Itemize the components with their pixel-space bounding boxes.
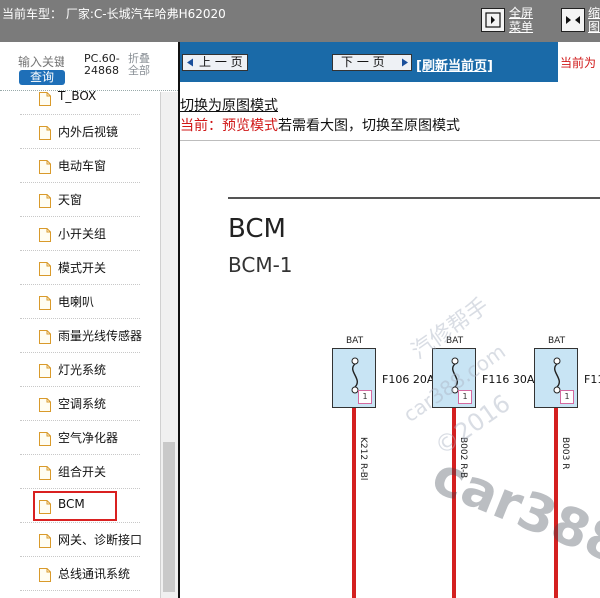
tree-item-label: 雨量光线传感器 — [58, 329, 143, 343]
fuse-box: 1 — [432, 348, 476, 408]
document-icon — [39, 160, 51, 174]
arrow-left-icon — [187, 58, 193, 67]
tree-item[interactable]: T_BOX — [20, 82, 140, 115]
fuse-number: 1 — [560, 390, 574, 404]
next-page-button[interactable]: 下 一 页 — [332, 54, 412, 71]
fullscreen-button[interactable] — [481, 8, 505, 32]
document-icon — [39, 364, 51, 378]
shrink-image-link[interactable]: 缩 图 — [588, 6, 600, 34]
tree-item[interactable]: 电动车窗 — [20, 150, 140, 183]
bat-label: BAT — [346, 336, 364, 346]
mode-hint: 若需看大图，切换至原图模式 — [278, 118, 460, 134]
vehicle-model-title: 当前车型： 厂家:C-长城汽车哈弗H62020 — [2, 7, 226, 21]
bat-label: BAT — [446, 336, 464, 346]
tree-item[interactable]: 模式开关 — [20, 252, 140, 285]
switch-original-mode-link[interactable]: 切换为原图模式 — [180, 95, 278, 115]
tree-item[interactable]: 总线通讯系统 — [20, 558, 140, 591]
document-icon — [39, 534, 51, 548]
tree-item[interactable]: 雨量光线传感器 — [20, 320, 143, 353]
current-status: 当前为 — [558, 42, 600, 82]
tree-item[interactable]: 内外后视镜 — [20, 116, 140, 149]
arrow-right-icon — [402, 58, 408, 67]
watermark-logo: car388 — [424, 445, 600, 577]
wire-line — [452, 408, 456, 598]
tree-item-label: 组合开关 — [58, 465, 107, 479]
shrink-icon — [566, 16, 580, 24]
bat-label: BAT — [548, 336, 566, 346]
document-icon — [39, 466, 51, 480]
pc-code: PC.60- 24868 — [84, 52, 120, 77]
tree-item[interactable]: BCM — [20, 490, 140, 523]
tree-item-label: 小开关组 — [58, 227, 107, 241]
document-icon — [39, 432, 51, 446]
tree-item-label: 总线通讯系统 — [58, 567, 131, 581]
tree-item-label: 天窗 — [58, 193, 83, 207]
document-icon — [39, 92, 51, 106]
tree-item-label: 模式开关 — [58, 261, 107, 275]
tree-item-label: 内外后视镜 — [58, 125, 119, 139]
selection-highlight — [33, 491, 117, 521]
page-toolbar: 上 一 页 下 一 页 [刷新当前页] — [180, 42, 560, 82]
mode-current: 当前：预览模式 — [180, 118, 278, 134]
tree-item[interactable]: 电喇叭 — [20, 286, 140, 319]
wire-label: B003 R — [560, 437, 570, 470]
document-icon — [39, 330, 51, 344]
tree-item[interactable]: 空气净化器 — [20, 422, 140, 455]
shrink-image-button[interactable] — [561, 8, 585, 32]
tree-item-label: 空调系统 — [58, 397, 107, 411]
tree-item-label: 电动车窗 — [58, 159, 107, 173]
tree-item[interactable]: 天窗 — [20, 184, 140, 217]
document-icon — [39, 568, 51, 582]
fuse-label: F116 30A — [482, 373, 535, 386]
diagram-title: BCM — [228, 214, 286, 244]
wire-label: B002 R-B — [458, 437, 468, 479]
sidebar: 查询 PC.60- 24868 折叠 全部 T_BOX内外后视镜电动车窗天窗小开… — [0, 42, 178, 598]
prev-page-button[interactable]: 上 一 页 — [182, 54, 248, 71]
tree-item[interactable]: 小开关组 — [20, 218, 140, 251]
tree-item[interactable]: 网关、诊断接口 — [20, 524, 143, 557]
tree-item-label: 空气净化器 — [58, 431, 119, 445]
document-icon — [39, 126, 51, 140]
fuse-label: F11 — [584, 373, 600, 386]
fuse-box: 1 — [534, 348, 578, 408]
document-icon — [39, 228, 51, 242]
tree-item-label: 网关、诊断接口 — [58, 533, 143, 547]
document-icon — [39, 262, 51, 276]
fuse-number: 1 — [458, 390, 472, 404]
fuse-label: F106 20A — [382, 373, 435, 386]
tree-item-label: 电喇叭 — [58, 295, 95, 309]
wire-label: K212 R-Bl — [358, 437, 368, 481]
mode-status: 当前：预览模式若需看大图，切换至原图模式 — [180, 115, 460, 135]
tree-item-label: T_BOX — [58, 89, 97, 103]
wiring-diagram: BCM BCM-1 BAT 1 F106 20A K212 R-Bl BAT 1 F116 … — [180, 141, 600, 598]
tree-item-label: 灯光系统 — [58, 363, 107, 377]
diagram-top-rule — [228, 197, 600, 199]
search-input[interactable] — [18, 55, 64, 69]
main-content: 上 一 页 下 一 页 [刷新当前页] 当前为 切换为原图模式 当前：预览模式若… — [178, 42, 600, 598]
fullscreen-menu-link[interactable]: 全屏 菜单 — [509, 6, 533, 34]
fuse-number: 1 — [358, 390, 372, 404]
diagram-subtitle: BCM-1 — [228, 253, 293, 277]
sidebar-scrollbar-thumb[interactable] — [163, 442, 175, 592]
fullscreen-icon — [485, 12, 501, 28]
collapse-all-link[interactable]: 折叠 全部 — [128, 53, 150, 77]
wire-line — [352, 408, 356, 598]
wire-line — [554, 408, 558, 598]
tree-item[interactable]: 灯光系统 — [20, 354, 140, 387]
document-icon — [39, 398, 51, 412]
top-header: 当前车型： 厂家:C-长城汽车哈弗H62020 全屏 菜单 缩 图 — [0, 0, 600, 42]
fuse-box: 1 — [332, 348, 376, 408]
tree-item[interactable]: 组合开关 — [20, 456, 140, 489]
document-icon — [39, 194, 51, 208]
refresh-page-link[interactable]: [刷新当前页] — [416, 55, 493, 74]
document-icon — [39, 296, 51, 310]
tree-item[interactable]: 空调系统 — [20, 388, 140, 421]
